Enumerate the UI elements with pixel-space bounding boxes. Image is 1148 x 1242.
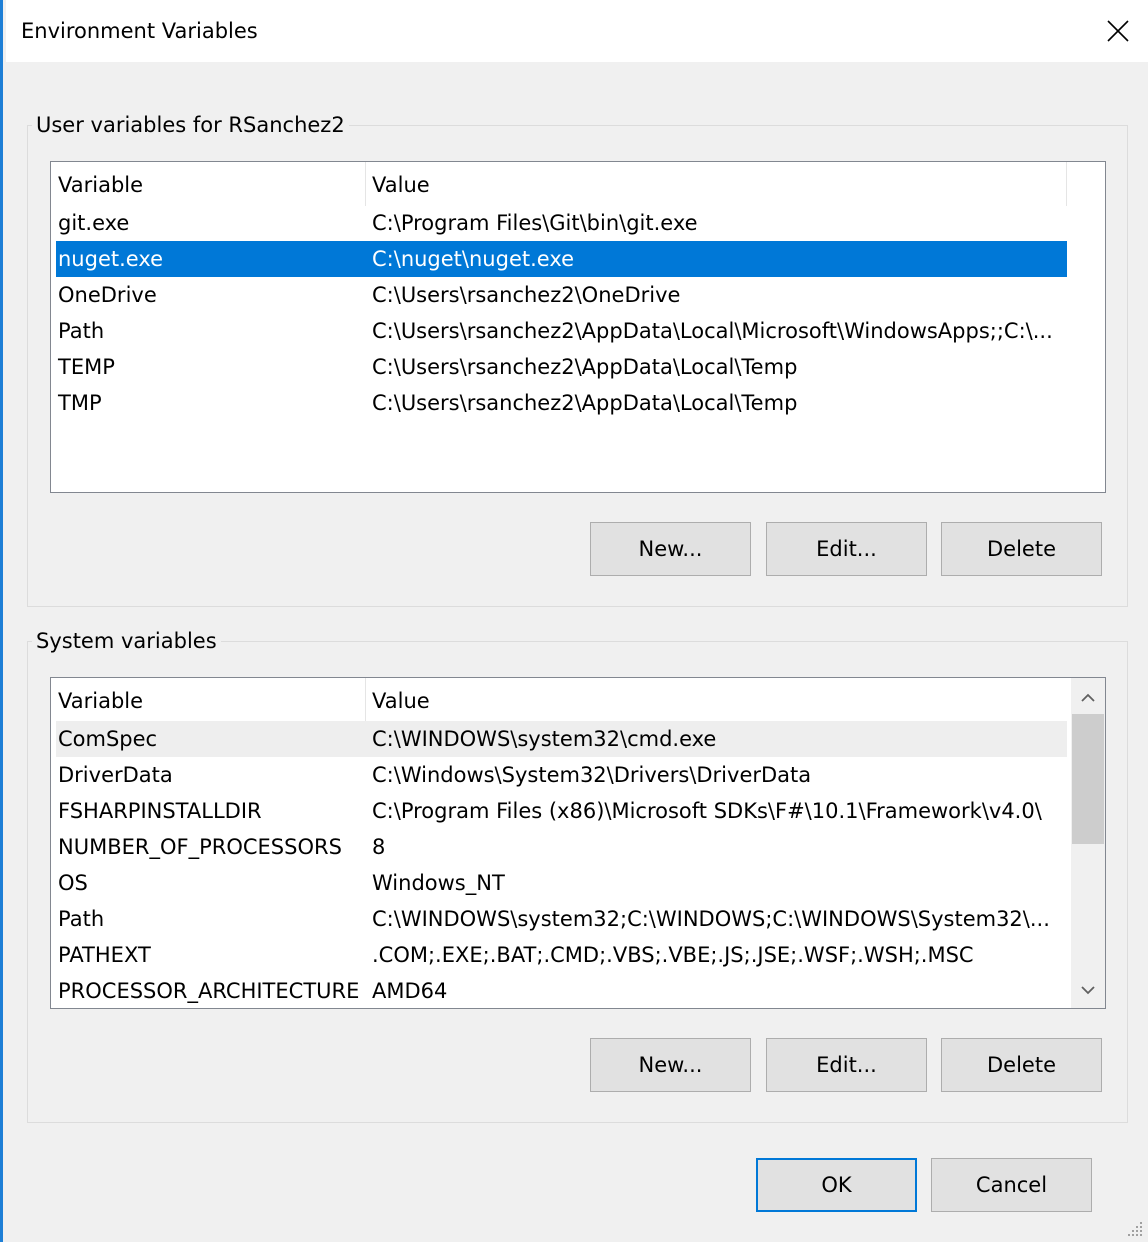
variable-value-cell: C:\Users\rsanchez2\AppData\Local\Microso… (372, 319, 1053, 343)
system-variables-label: System variables (32, 629, 221, 653)
variable-name-cell: FSHARPINSTALLDIR (58, 799, 262, 823)
chevron-down-icon (1081, 986, 1095, 995)
variable-name-cell: Path (58, 319, 105, 343)
table-row[interactable]: DriverData C:\Windows\System32\Drivers\Dr… (56, 757, 1067, 793)
variable-value-cell: C:\Users\rsanchez2\AppData\Local\Temp (372, 355, 798, 379)
column-header-value[interactable]: Value (365, 162, 1065, 206)
close-button[interactable] (1085, 0, 1148, 62)
user-variables-list[interactable]: Variable Value git.exe C:\Program Files\G… (50, 161, 1106, 493)
environment-variables-dialog: Environment Variables User variables for… (0, 0, 1148, 1242)
variable-value-cell: C:\WINDOWS\system32;C:\WINDOWS;C:\WINDOW… (372, 907, 1050, 931)
variable-name-cell: TEMP (58, 355, 115, 379)
cancel-button[interactable]: Cancel (931, 1158, 1092, 1212)
variable-value-cell: C:\Users\rsanchez2\OneDrive (372, 283, 681, 307)
variable-value-cell: C:\WINDOWS\system32\cmd.exe (372, 727, 717, 751)
vertical-scrollbar[interactable] (1071, 678, 1105, 1008)
scroll-down-button[interactable] (1071, 973, 1105, 1007)
user-list-header: Variable Value (51, 162, 1067, 206)
table-row[interactable]: Path C:\WINDOWS\system32;C:\WINDOWS;C:\WI… (56, 901, 1067, 937)
column-header-variable[interactable]: Variable (51, 162, 365, 206)
variable-name-cell: PATHEXT (58, 943, 151, 967)
table-row[interactable]: FSHARPINSTALLDIR C:\Program Files (x86)\M… (56, 793, 1067, 829)
variable-value-cell: Windows_NT (372, 871, 505, 895)
system-delete-button[interactable]: Delete (941, 1038, 1102, 1092)
system-new-button[interactable]: New... (590, 1038, 751, 1092)
variable-value-cell: 8 (372, 835, 386, 859)
ok-button[interactable]: OK (756, 1158, 917, 1212)
column-separator[interactable] (1066, 162, 1067, 206)
table-row[interactable]: TMP C:\Users\rsanchez2\AppData\Local\Temp (56, 385, 1067, 421)
variable-name-cell: nuget.exe (58, 247, 164, 271)
variable-value-cell: C:\Program Files\Git\bin\git.exe (372, 211, 698, 235)
table-row[interactable]: ComSpec C:\WINDOWS\system32\cmd.exe (56, 721, 1067, 757)
variable-name-cell: Path (58, 907, 105, 931)
variable-value-cell: C:\Users\rsanchez2\AppData\Local\Temp (372, 391, 798, 415)
column-header-variable[interactable]: Variable (51, 678, 365, 722)
system-edit-button[interactable]: Edit... (766, 1038, 927, 1092)
table-row[interactable]: nuget.exe C:\nuget\nuget.exe (56, 241, 1067, 277)
table-row[interactable]: TEMP C:\Users\rsanchez2\AppData\Local\Tem… (56, 349, 1067, 385)
variable-value-cell: C:\Windows\System32\Drivers\DriverData (372, 763, 812, 787)
system-list-header: Variable Value (51, 678, 1067, 722)
title-bar[interactable]: Environment Variables (6, 0, 1148, 62)
table-row[interactable]: PATHEXT .COM;.EXE;.BAT;.CMD;.VBS;.VBE;.JS… (56, 937, 1067, 973)
scroll-up-button[interactable] (1071, 681, 1105, 715)
resize-grip-icon[interactable] (1124, 1218, 1144, 1238)
variable-value-cell: AMD64 (372, 979, 448, 1003)
table-row[interactable]: OS Windows_NT (56, 865, 1067, 901)
variable-name-cell: git.exe (58, 211, 130, 235)
chevron-up-icon (1081, 693, 1095, 702)
table-row[interactable]: PROCESSOR_ARCHITECTURE AMD64 (56, 973, 1067, 1008)
variable-name-cell: DriverData (58, 763, 173, 787)
dialog-title: Environment Variables (21, 19, 258, 43)
variable-name-cell: ComSpec (58, 727, 158, 751)
system-variables-list[interactable]: Variable Value ComSpec C:\WINDOWS\system3… (50, 677, 1106, 1009)
variable-name-cell: OneDrive (58, 283, 157, 307)
table-row[interactable]: git.exe C:\Program Files\Git\bin\git.exe (56, 205, 1067, 241)
variable-value-cell: C:\Program Files (x86)\Microsoft SDKs\F#… (372, 799, 1042, 823)
variable-name-cell: PROCESSOR_ARCHITECTURE (58, 979, 360, 1003)
user-delete-button[interactable]: Delete (941, 522, 1102, 576)
table-row[interactable]: Path C:\Users\rsanchez2\AppData\Local\Mic… (56, 313, 1067, 349)
variable-name-cell: TMP (58, 391, 102, 415)
user-new-button[interactable]: New... (590, 522, 751, 576)
scroll-thumb[interactable] (1072, 714, 1104, 844)
table-row[interactable]: NUMBER_OF_PROCESSORS 8 (56, 829, 1067, 865)
user-edit-button[interactable]: Edit... (766, 522, 927, 576)
variable-name-cell: OS (58, 871, 88, 895)
close-icon (1107, 20, 1129, 42)
variable-name-cell: NUMBER_OF_PROCESSORS (58, 835, 342, 859)
user-variables-label: User variables for RSanchez2 (32, 113, 349, 137)
variable-value-cell: .COM;.EXE;.BAT;.CMD;.VBS;.VBE;.JS;.JSE;.… (372, 943, 974, 967)
column-header-value[interactable]: Value (365, 678, 1065, 722)
variable-value-cell: C:\nuget\nuget.exe (372, 247, 575, 271)
table-row[interactable]: OneDrive C:\Users\rsanchez2\OneDrive (56, 277, 1067, 313)
